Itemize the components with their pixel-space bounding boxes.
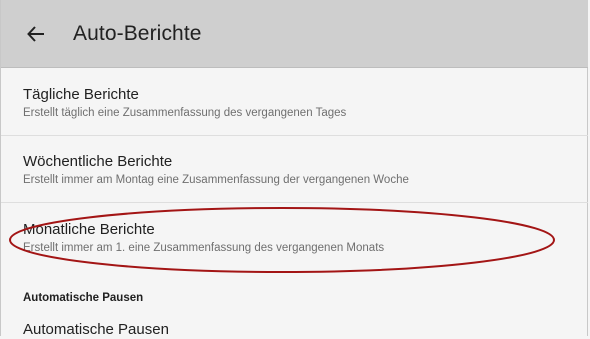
- arrow-left-icon[interactable]: [25, 23, 47, 45]
- app-bar: Auto-Berichte: [1, 0, 588, 68]
- list-item-title: Wöchentliche Berichte: [23, 153, 173, 170]
- list-item-title: Tägliche Berichte: [23, 86, 139, 103]
- divider: [1, 135, 588, 136]
- list-item-auto-pauses[interactable]: Automatische Pausen: [1, 321, 588, 339]
- list-item-subtitle: Erstellt immer am 1. eine Zusammenfassun…: [23, 242, 385, 254]
- list-item-subtitle: Erstellt täglich eine Zusammenfassung de…: [23, 107, 347, 119]
- divider: [1, 202, 588, 203]
- section-header: Automatische Pausen: [23, 292, 144, 304]
- list-item-title: Monatliche Berichte: [23, 221, 155, 238]
- list-item-title: Automatische Pausen: [23, 321, 169, 338]
- list-item-weekly-reports[interactable]: Wöchentliche Berichte Erstellt immer am …: [1, 153, 588, 188]
- list-item-daily-reports[interactable]: Tägliche Berichte Erstellt täglich eine …: [1, 86, 588, 121]
- list-item-subtitle: Erstellt immer am Montag eine Zusammenfa…: [23, 174, 409, 186]
- page-title: Auto-Berichte: [73, 21, 202, 45]
- list-item-monthly-reports[interactable]: Monatliche Berichte Erstellt immer am 1.…: [1, 221, 588, 256]
